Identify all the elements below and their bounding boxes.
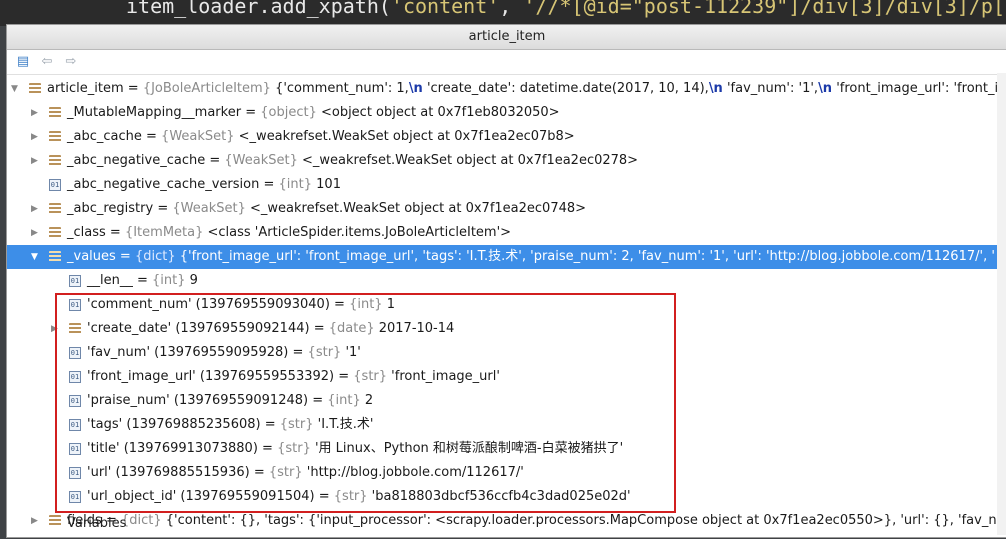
tree-row-abc-registry[interactable]: ▶ _abc_registry = {WeakSet} <_weakrefset… bbox=[7, 197, 1006, 221]
object-icon bbox=[49, 155, 61, 167]
object-icon bbox=[69, 323, 81, 335]
primitive-value-icon: 01 bbox=[69, 467, 81, 479]
object-icon bbox=[49, 131, 61, 143]
tree-row-create-date[interactable]: ▶ 'create_date' (139769559092144) = {dat… bbox=[7, 317, 1006, 341]
object-icon bbox=[49, 107, 61, 119]
object-icon bbox=[49, 227, 61, 239]
object-icon bbox=[49, 203, 61, 215]
panel-toolbar: ▤ ⇦ ⇨ bbox=[7, 50, 1006, 75]
expand-arrow-icon[interactable]: ▶ bbox=[51, 317, 61, 341]
object-icon bbox=[49, 251, 61, 263]
tree-row-class[interactable]: ▶ _class = {ItemMeta} <class 'ArticleSpi… bbox=[7, 221, 1006, 245]
tree-row-mutablemapping-marker[interactable]: ▶ _MutableMapping__marker = {object} <ob… bbox=[7, 101, 1006, 125]
code-string: '//*[@id="post-112239"]/div[3]/div[3]/p[… bbox=[523, 0, 1006, 18]
primitive-value-icon: 01 bbox=[69, 299, 81, 311]
tree-row-values-selected[interactable]: ▼ _values = {dict} {'front_image_url': '… bbox=[7, 245, 1006, 269]
tree-row-title[interactable]: 01 'title' (139769913073880) = {str} '用 … bbox=[7, 437, 1006, 461]
primitive-value-icon: 01 bbox=[69, 443, 81, 455]
tree-row-abc-negative-cache-version[interactable]: 01 _abc_negative_cache_version = {int} 1… bbox=[7, 173, 1006, 197]
forward-arrow-icon[interactable]: ⇨ bbox=[63, 54, 79, 70]
expand-arrow-icon[interactable]: ▶ bbox=[31, 101, 41, 125]
code-string: 'content' bbox=[390, 0, 500, 18]
tree-row-praise-num[interactable]: 01 'praise_num' (139769559091248) = {int… bbox=[7, 389, 1006, 413]
tree-row-abc-cache[interactable]: ▶ _abc_cache = {WeakSet} <_weakrefset.We… bbox=[7, 125, 1006, 149]
variables-inspector-panel: article_item ▤ ⇦ ⇨ ▼ article_item = {JoB… bbox=[6, 24, 1006, 538]
primitive-value-icon: 01 bbox=[69, 371, 81, 383]
primitive-value-icon: 01 bbox=[69, 347, 81, 359]
tree-row-article-item[interactable]: ▼ article_item = {JoBoleArticleItem} {'c… bbox=[7, 77, 1006, 101]
code-text: , bbox=[499, 0, 524, 18]
code-text: item_loader.add_xpath( bbox=[126, 0, 391, 18]
tree-row-url[interactable]: 01 'url' (139769885515936) = {str} 'http… bbox=[7, 461, 1006, 485]
tree-row-tags[interactable]: 01 'tags' (139769885235608) = {str} 'I.T… bbox=[7, 413, 1006, 437]
tree-row-url-object-id[interactable]: 01 'url_object_id' (139769559091504) = {… bbox=[7, 485, 1006, 509]
object-icon bbox=[29, 83, 41, 95]
primitive-value-icon: 01 bbox=[69, 275, 81, 287]
expand-arrow-icon[interactable]: ▶ bbox=[31, 125, 41, 149]
tree-row-front-image-url[interactable]: 01 'front_image_url' (139769559553392) =… bbox=[7, 365, 1006, 389]
primitive-value-icon: 01 bbox=[49, 179, 61, 191]
expand-arrow-icon[interactable]: ▶ bbox=[31, 149, 41, 173]
tree-row-comment-num[interactable]: 01 'comment_num' (139769559093040) = {in… bbox=[7, 293, 1006, 317]
back-arrow-icon[interactable]: ⇦ bbox=[39, 54, 55, 70]
tree-row-abc-negative-cache[interactable]: ▶ _abc_negative_cache = {WeakSet} <_weak… bbox=[7, 149, 1006, 173]
editor-code-line-strip: item_loader.add_xpath('content', '//*[@i… bbox=[0, 0, 1006, 26]
primitive-value-icon: 01 bbox=[69, 491, 81, 503]
expand-arrow-icon[interactable]: ▶ bbox=[31, 197, 41, 221]
collapse-arrow-icon[interactable]: ▼ bbox=[11, 77, 21, 101]
collapse-arrow-icon[interactable]: ▼ bbox=[31, 245, 41, 269]
tree-row-len[interactable]: 01 __len__ = {int} 9 bbox=[7, 269, 1006, 293]
primitive-value-icon: 01 bbox=[69, 395, 81, 407]
editor-code-line: item_loader.add_xpath('content', '//*[@i… bbox=[126, 0, 1006, 18]
variables-tab-label[interactable]: Variables bbox=[7, 516, 1006, 536]
variables-view-icon[interactable]: ▤ bbox=[15, 54, 31, 70]
tree-row-fav-num[interactable]: 01 'fav_num' (139769559095928) = {str} '… bbox=[7, 341, 1006, 365]
panel-title: article_item bbox=[7, 25, 1006, 50]
vertical-scrollbar[interactable] bbox=[997, 73, 1006, 535]
primitive-value-icon: 01 bbox=[69, 419, 81, 431]
expand-arrow-icon[interactable]: ▶ bbox=[31, 221, 41, 245]
